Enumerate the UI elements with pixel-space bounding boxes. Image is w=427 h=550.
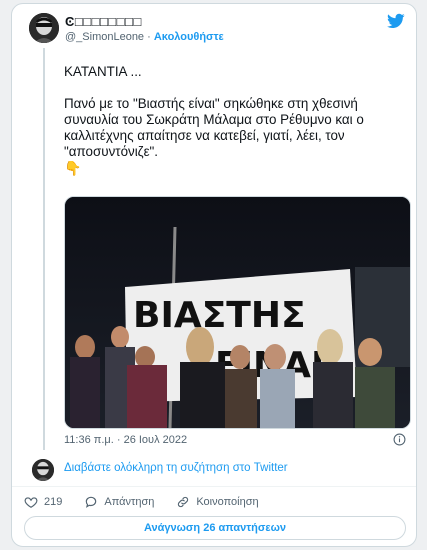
like-count: 219 [44, 496, 63, 508]
tweet-photo[interactable]: ΒΙΑΣΤΗΣ ΕΙΝΑΙ [64, 196, 411, 429]
tweet-line-1: ΚΑΤΑΝΤΙΑ ... [64, 64, 142, 79]
tweet-card: Ͼ□□□□□□□□ @_SimonLeone · Ακολουθήστε ΚΑΤ… [11, 3, 417, 547]
like-button[interactable]: 219 [24, 495, 62, 509]
reply-button[interactable]: Απάντηση [84, 495, 154, 509]
tweet-text: ΚΑΤΑΝΤΙΑ ... Πανό με το "Βιαστής είναι" … [64, 64, 409, 176]
thread-line [43, 48, 45, 450]
share-button[interactable]: Κοινοποίηση [176, 495, 259, 509]
heart-icon [24, 497, 38, 508]
divider [12, 486, 416, 487]
separator-dot: · [147, 31, 151, 43]
banner-text-line1: ΒΙΑΣΤΗΣ [133, 295, 306, 336]
read-replies-button[interactable]: Ανάγνωση 26 απαντήσεων [24, 516, 406, 540]
follow-link[interactable]: Ακολουθήστε [154, 31, 224, 43]
action-bar: 219 Απάντηση Κοινοποίηση [24, 495, 259, 509]
tweet-timestamp[interactable]: 11:36 π.μ. · 26 Ιουλ 2022 [64, 434, 187, 446]
reply-label: Απάντηση [104, 496, 155, 508]
reply-bubble-icon [86, 496, 97, 508]
author-display-name[interactable]: Ͼ□□□□□□□□ [65, 14, 142, 29]
thread-avatar[interactable] [32, 459, 54, 481]
share-label: Κοινοποίηση [196, 496, 259, 508]
twitter-bird-icon[interactable] [386, 12, 406, 30]
author-handle-row: @_SimonLeone · Ακολουθήστε [65, 31, 224, 43]
tweet-line-2: Πανό με το "Βιαστής είναι" σηκώθηκε στη … [64, 96, 364, 159]
info-icon[interactable] [393, 433, 406, 446]
author-avatar[interactable] [29, 13, 59, 43]
read-full-thread-link[interactable]: Διαβάστε ολόκληρη τη συζήτηση στο Twitte… [64, 462, 288, 474]
link-icon [178, 496, 189, 508]
pointing-down-emoji: 👇 [64, 160, 82, 176]
author-handle[interactable]: @_SimonLeone [65, 31, 144, 43]
